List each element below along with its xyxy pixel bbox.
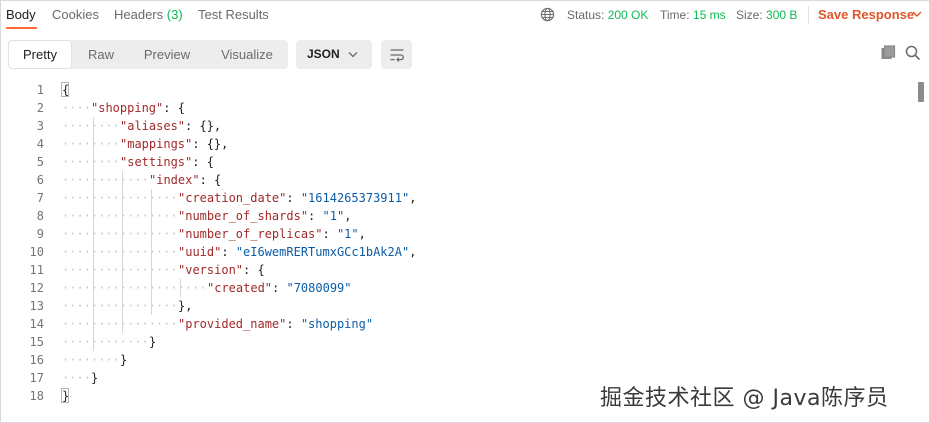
indent-whitespace: ················ (62, 191, 178, 205)
line-number: 18 (29, 389, 44, 403)
code-line: "uuid": "eI6wemRERTumxGCc1bAk2A", (178, 245, 417, 259)
indent-whitespace: ················ (62, 245, 178, 259)
view-visualize-button[interactable]: Visualize (208, 41, 286, 68)
word-wrap-button[interactable] (381, 40, 412, 69)
save-response-button[interactable]: Save Response (818, 7, 914, 22)
format-select[interactable]: JSON (296, 40, 372, 69)
indent-whitespace: ················ (62, 227, 178, 241)
time-label: Time: (660, 8, 690, 22)
time-readout[interactable]: Time: 15 ms (660, 8, 726, 22)
code-line: "created": "7080099" (207, 281, 352, 295)
tab-headers[interactable]: Headers (3) (114, 7, 183, 22)
headers-count-badge: (3) (166, 7, 183, 22)
code-line: } (120, 353, 128, 367)
code-line: "number_of_replicas": "1", (178, 227, 366, 241)
scrollbar-thumb[interactable] (918, 82, 924, 102)
indent-whitespace: ········ (62, 155, 120, 169)
indent-guide (93, 117, 94, 351)
line-number: 14 (29, 317, 44, 331)
response-tabs-bar: Body Cookies Headers (3) Test Results St… (0, 0, 930, 30)
code-line: "mappings": {}, (120, 137, 229, 151)
json-code-viewer[interactable]: 1{2 ···· "shopping": {3 ········ "aliases": … (0, 80, 916, 410)
tab-headers-label: Headers (114, 7, 164, 22)
globe-icon[interactable] (540, 7, 555, 22)
tab-cookies[interactable]: Cookies (52, 7, 99, 22)
indent-whitespace: ········ (62, 137, 120, 151)
view-pretty-button[interactable]: Pretty (9, 41, 71, 68)
active-tab-indicator (6, 27, 37, 29)
line-number: 4 (36, 137, 44, 151)
line-number: 12 (29, 281, 44, 295)
status-label: Status: (567, 8, 605, 22)
indent-whitespace: ···················· (62, 281, 207, 295)
line-number: 8 (36, 209, 44, 223)
line-number: 2 (36, 101, 44, 115)
time-value: 15 ms (692, 8, 726, 22)
code-line: "index": { (149, 173, 222, 187)
indent-whitespace: ········ (62, 119, 120, 133)
line-number: 7 (36, 191, 44, 205)
indent-whitespace: ················ (62, 263, 178, 277)
view-mode-switcher: Pretty Raw Preview Visualize (8, 40, 288, 69)
line-number: 11 (29, 263, 44, 277)
code-line: "creation_date": "1614265373911", (178, 191, 417, 205)
view-raw-button[interactable]: Raw (76, 41, 126, 68)
copy-icon[interactable] (880, 45, 896, 61)
line-number: 1 (36, 83, 44, 97)
vertical-scrollbar[interactable] (916, 80, 926, 410)
code-line: } (91, 371, 99, 385)
code-line: "shopping": { (91, 101, 185, 115)
matching-brace-highlight (61, 82, 69, 97)
line-number: 16 (29, 353, 44, 367)
indent-whitespace: ············ (62, 173, 149, 187)
status-value: 200 OK (607, 8, 649, 22)
code-line: "version": { (178, 263, 265, 277)
line-number: 5 (36, 155, 44, 169)
code-line: "aliases": {}, (120, 119, 222, 133)
indent-whitespace: ················ (62, 317, 178, 331)
code-line: "settings": { (120, 155, 214, 169)
line-number: 10 (29, 245, 44, 259)
indent-guide (151, 189, 152, 315)
code-line: "provided_name": "shopping" (178, 317, 374, 331)
line-number: 17 (29, 371, 44, 385)
indent-guide (180, 279, 181, 297)
word-wrap-icon (390, 49, 404, 62)
indent-whitespace: ············ (62, 335, 149, 349)
view-preview-button[interactable]: Preview (132, 41, 202, 68)
line-number: 3 (36, 119, 44, 133)
search-icon[interactable] (905, 45, 921, 61)
chevron-down-icon (348, 52, 358, 58)
line-number: 13 (29, 299, 44, 313)
indent-whitespace: ········ (62, 353, 120, 367)
line-number: 6 (36, 173, 44, 187)
tab-body[interactable]: Body (6, 7, 36, 22)
chevron-down-icon[interactable] (912, 10, 922, 18)
size-value: 300 B (766, 8, 798, 22)
format-value: JSON (307, 47, 340, 61)
indent-whitespace: ················ (62, 299, 178, 313)
code-line: }, (178, 299, 193, 313)
watermark: 掘金技术社区 @ Java陈序员 (600, 386, 889, 411)
status-readout[interactable]: Status: 200 OK (567, 8, 648, 22)
code-line: "number_of_shards": "1", (178, 209, 352, 223)
size-readout[interactable]: Size: 300 B (736, 8, 797, 22)
code-line: } (149, 335, 157, 349)
indent-guide (122, 171, 123, 333)
indent-whitespace: ···· (62, 371, 91, 385)
divider (808, 6, 809, 24)
indent-whitespace: ···· (62, 101, 91, 115)
size-label: Size: (736, 8, 763, 22)
line-number: 15 (29, 335, 44, 349)
matching-brace-highlight (61, 388, 69, 403)
indent-whitespace: ················ (62, 209, 178, 223)
tab-test-results[interactable]: Test Results (198, 7, 269, 22)
line-number: 9 (36, 227, 44, 241)
